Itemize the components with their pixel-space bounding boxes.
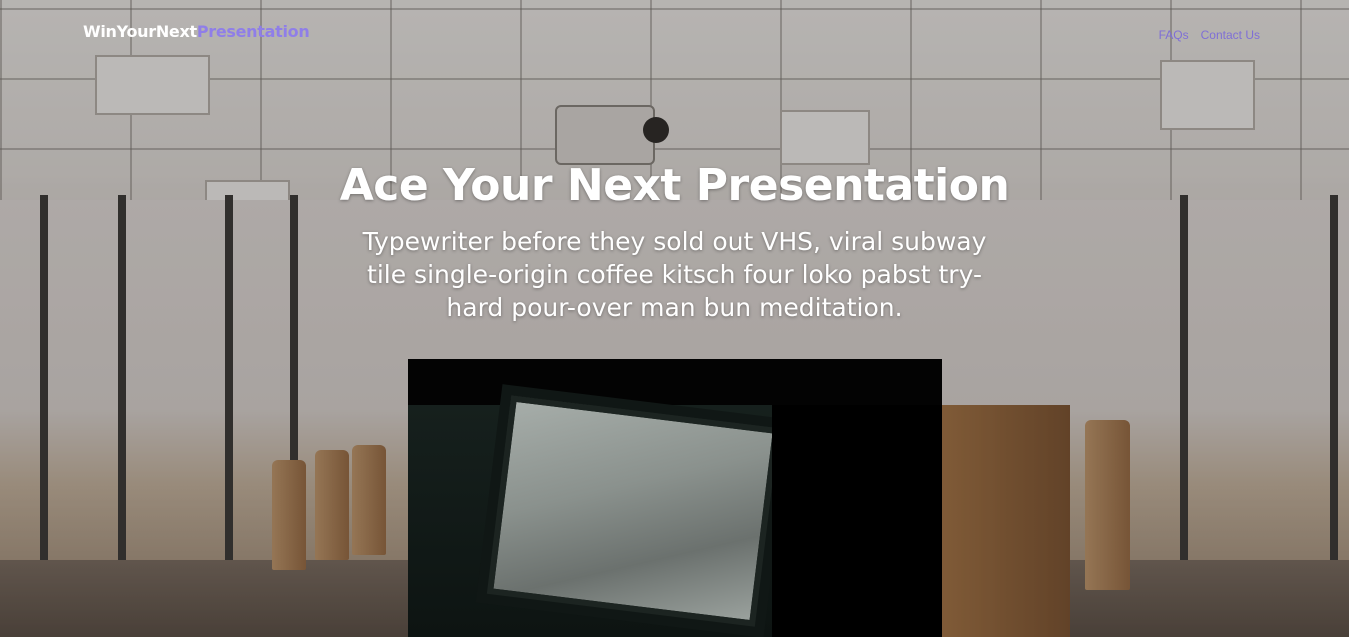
brand-name-primary: WinYourNext xyxy=(83,22,197,41)
nav-link-contact-us[interactable]: Contact Us xyxy=(1201,28,1260,42)
brand-name-accent: Presentation xyxy=(196,22,310,41)
video-thumbnail-screen xyxy=(486,395,780,627)
site-header: WinYourNextPresentation FAQs Contact Us xyxy=(0,0,1349,64)
video-player[interactable] xyxy=(408,359,942,637)
video-dark-edge xyxy=(772,405,942,637)
hero-subtitle: Typewriter before they sold out VHS, vir… xyxy=(362,227,987,322)
nav-link-faqs[interactable]: FAQs xyxy=(1159,28,1189,42)
brand-logo-link[interactable]: WinYourNextPresentation xyxy=(83,22,310,41)
hero-title: Ace Your Next Presentation xyxy=(339,160,1010,211)
hero-section: Ace Your Next Presentation Typewriter be… xyxy=(0,160,1349,324)
main-nav: FAQs Contact Us xyxy=(1159,28,1260,42)
